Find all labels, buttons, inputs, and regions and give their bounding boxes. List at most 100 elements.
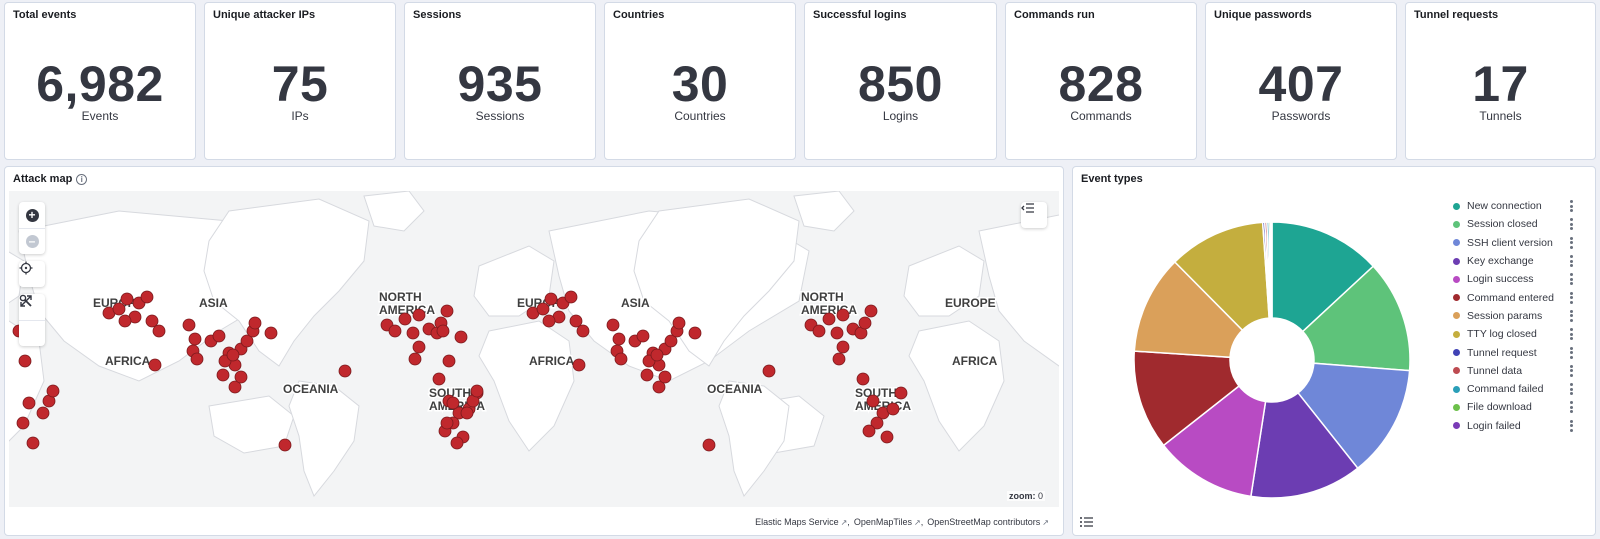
legend-item[interactable]: Command entered <box>1453 288 1573 306</box>
attack-marker[interactable] <box>278 438 292 452</box>
attribution-link-ems[interactable]: Elastic Maps Service ↗, <box>755 517 850 527</box>
attack-marker[interactable] <box>46 384 60 398</box>
attack-marker[interactable] <box>412 340 426 354</box>
legend-item[interactable]: SSH client version <box>1453 234 1573 252</box>
attack-marker[interactable] <box>886 402 900 416</box>
attack-marker[interactable] <box>830 326 844 340</box>
attack-marker[interactable] <box>388 324 402 338</box>
legend-item[interactable]: New connection <box>1453 197 1573 215</box>
draw-tools-button[interactable] <box>19 294 45 346</box>
attack-marker[interactable] <box>248 316 262 330</box>
attack-marker[interactable] <box>858 316 872 330</box>
attack-marker[interactable] <box>688 326 702 340</box>
more-options-icon[interactable] <box>1570 236 1573 249</box>
attack-marker[interactable] <box>450 436 464 450</box>
attack-marker[interactable] <box>118 314 132 328</box>
attack-marker[interactable] <box>16 416 30 430</box>
attack-marker[interactable] <box>152 324 166 338</box>
attack-marker[interactable] <box>26 436 40 450</box>
legend-item[interactable]: File download <box>1453 398 1573 416</box>
attack-marker[interactable] <box>569 314 583 328</box>
legend-item[interactable]: TTY log closed <box>1453 325 1573 343</box>
attack-marker[interactable] <box>650 348 664 362</box>
more-options-icon[interactable] <box>1570 419 1573 432</box>
legend-item[interactable]: Command failed <box>1453 380 1573 398</box>
attack-marker[interactable] <box>188 332 202 346</box>
zoom-out-button[interactable]: – <box>19 228 45 254</box>
attack-marker[interactable] <box>432 372 446 386</box>
attack-marker[interactable] <box>412 308 426 322</box>
attack-marker[interactable] <box>460 406 474 420</box>
attack-marker[interactable] <box>856 372 870 386</box>
attack-marker[interactable] <box>145 314 159 328</box>
attack-marker[interactable] <box>406 326 420 340</box>
attack-marker[interactable] <box>536 302 550 316</box>
attack-marker[interactable] <box>182 318 196 332</box>
more-options-icon[interactable] <box>1570 346 1573 359</box>
attack-marker[interactable] <box>894 386 908 400</box>
attack-marker[interactable] <box>614 352 628 366</box>
attack-marker[interactable] <box>18 354 32 368</box>
world-map[interactable]: EUROPEASIAAFRICAOCEANIANORTHAMERICASOUTH… <box>9 191 1059 507</box>
legend-item[interactable]: Login success <box>1453 270 1573 288</box>
attack-marker[interactable] <box>542 314 556 328</box>
attack-marker[interactable] <box>832 352 846 366</box>
attack-marker[interactable] <box>812 324 826 338</box>
attack-marker[interactable] <box>190 352 204 366</box>
donut-slice[interactable] <box>1269 221 1273 319</box>
attack-marker[interactable] <box>226 348 240 362</box>
fit-to-data-button[interactable] <box>19 261 45 287</box>
more-options-icon[interactable] <box>1570 309 1573 322</box>
attack-marker[interactable] <box>470 384 484 398</box>
attack-marker[interactable] <box>234 370 248 384</box>
more-options-icon[interactable] <box>1570 291 1573 304</box>
more-options-icon[interactable] <box>1570 328 1573 341</box>
attack-marker[interactable] <box>702 438 716 452</box>
attack-marker[interactable] <box>862 424 876 438</box>
attack-marker[interactable] <box>442 354 456 368</box>
attack-marker[interactable] <box>216 368 230 382</box>
attribution-link-osm[interactable]: OpenStreetMap contributors ↗ <box>927 517 1049 527</box>
layer-control-button[interactable] <box>1021 202 1047 228</box>
attack-marker[interactable] <box>836 340 850 354</box>
attack-marker[interactable] <box>446 396 460 410</box>
attack-marker[interactable] <box>572 358 586 372</box>
info-icon[interactable]: i <box>76 173 88 185</box>
attack-marker[interactable] <box>564 290 578 304</box>
more-options-icon[interactable] <box>1570 383 1573 396</box>
legend-toggle-icon[interactable] <box>1079 515 1095 529</box>
legend-item[interactable]: Key exchange <box>1453 252 1573 270</box>
attack-marker[interactable] <box>22 396 36 410</box>
zoom-in-button[interactable]: + <box>19 202 45 228</box>
attack-marker[interactable] <box>440 416 454 430</box>
attack-marker[interactable] <box>148 358 162 372</box>
attack-marker[interactable] <box>612 332 626 346</box>
attack-marker[interactable] <box>120 292 134 306</box>
more-options-icon[interactable] <box>1570 401 1573 414</box>
more-options-icon[interactable] <box>1570 273 1573 286</box>
attribution-link-openmaptiles[interactable]: OpenMapTiles ↗, <box>854 517 923 527</box>
attack-marker[interactable] <box>544 292 558 306</box>
attack-marker[interactable] <box>836 308 850 322</box>
attack-marker[interactable] <box>576 324 590 338</box>
legend-item[interactable]: Session params <box>1453 307 1573 325</box>
attack-marker[interactable] <box>140 290 154 304</box>
more-options-icon[interactable] <box>1570 200 1573 213</box>
attack-marker[interactable] <box>822 312 836 326</box>
more-options-icon[interactable] <box>1570 255 1573 268</box>
attack-marker[interactable] <box>408 352 422 366</box>
attack-marker[interactable] <box>658 370 672 384</box>
attack-marker[interactable] <box>880 430 894 444</box>
attack-marker[interactable] <box>212 329 226 343</box>
attack-marker[interactable] <box>606 318 620 332</box>
legend-item[interactable]: Login failed <box>1453 417 1573 435</box>
attack-marker[interactable] <box>762 364 776 378</box>
more-options-icon[interactable] <box>1570 364 1573 377</box>
attack-marker[interactable] <box>338 364 352 378</box>
attack-marker[interactable] <box>864 304 878 318</box>
map-canvas[interactable]: EUROPEASIAAFRICAOCEANIANORTHAMERICASOUTH… <box>9 191 1059 507</box>
more-options-icon[interactable] <box>1570 218 1573 231</box>
attack-marker[interactable] <box>454 330 468 344</box>
attack-marker[interactable] <box>672 316 686 330</box>
attack-marker[interactable] <box>436 324 450 338</box>
